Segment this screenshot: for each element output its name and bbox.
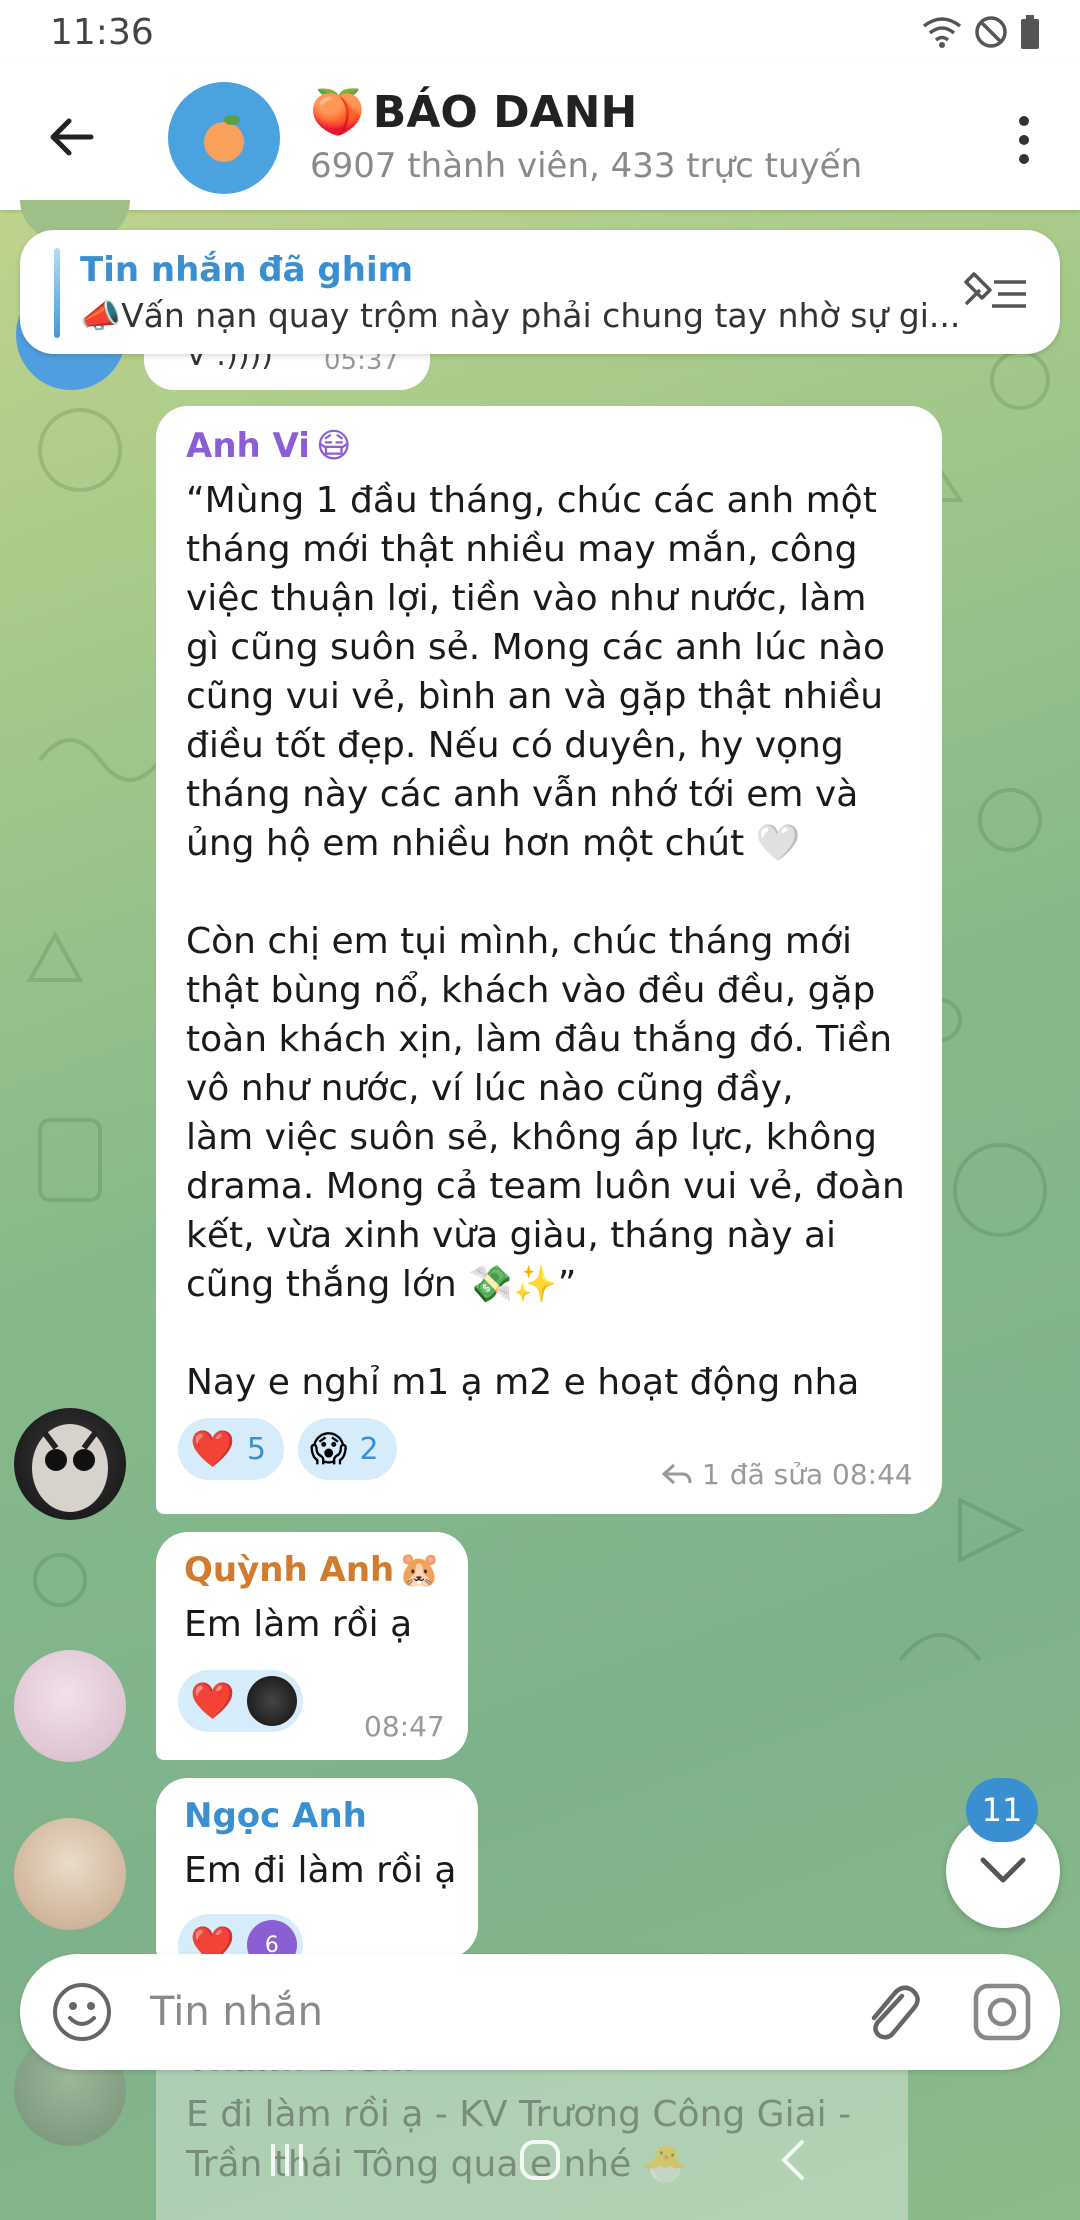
scream-emoji: 😱 bbox=[309, 1428, 348, 1470]
more-options-button[interactable] bbox=[996, 108, 1052, 172]
title-emoji: 🍑 bbox=[310, 87, 365, 138]
pinned-text: 📣Vấn nạn quay trộm này phải chung tay nh… bbox=[80, 296, 960, 336]
status-icons bbox=[922, 14, 1040, 50]
title-text: BÁO DANH bbox=[372, 86, 638, 138]
megaphone-emoji: 📣 bbox=[80, 296, 122, 335]
avatar[interactable] bbox=[14, 1408, 126, 1520]
reaction-heart[interactable]: ❤️ 5 bbox=[178, 1418, 284, 1480]
group-avatar[interactable] bbox=[168, 82, 280, 194]
reaction-heart[interactable]: ❤️ bbox=[178, 1670, 303, 1732]
message-text: Em đi làm rồi ạ bbox=[184, 1850, 457, 1891]
system-nav-bar bbox=[0, 2100, 1080, 2220]
dot-icon bbox=[1019, 135, 1029, 145]
status-time: 11:36 bbox=[50, 12, 154, 53]
sender-name[interactable]: Anh Vi 😷 bbox=[186, 426, 351, 466]
pinned-title: Tin nhắn đã ghim bbox=[80, 250, 414, 290]
reactor-avatar bbox=[246, 1676, 297, 1726]
reaction-scream[interactable]: 😱 2 bbox=[297, 1418, 397, 1480]
recents-button[interactable] bbox=[252, 2125, 322, 2195]
message-bubble[interactable]: Quỳnh Anh 🐹 Em làm rồi ạ ❤️ 08:47 bbox=[156, 1532, 468, 1760]
sender-name-text: Quỳnh Anh bbox=[184, 1550, 395, 1590]
pinned-text-content: Vấn nạn quay trộm này phải chung tay nhờ… bbox=[121, 296, 960, 335]
avatar[interactable] bbox=[14, 1818, 126, 1930]
chevron-down-icon bbox=[980, 1857, 1026, 1883]
sender-emoji: 😷 bbox=[315, 426, 352, 466]
sender-name-text: Anh Vi bbox=[186, 426, 310, 466]
home-icon bbox=[519, 2140, 560, 2180]
message-bubble[interactable]: Ngọc Anh Em đi làm rồi ạ ❤️ 6 bbox=[156, 1778, 478, 1976]
back-button[interactable] bbox=[38, 104, 104, 170]
pinned-indicator bbox=[54, 248, 60, 338]
message-text: “Mùng 1 đầu tháng, chúc các anh một thán… bbox=[186, 480, 905, 1403]
paperclip-icon[interactable] bbox=[856, 1978, 926, 2048]
message-meta: 1 đã sửa 08:44 bbox=[662, 1458, 913, 1491]
group-subtitle: 6907 thành viên, 433 trực tuyến bbox=[310, 146, 863, 186]
avatar[interactable] bbox=[14, 1650, 126, 1762]
status-bar: 11:36 bbox=[0, 0, 1080, 64]
pinned-message-bar[interactable]: Tin nhắn đã ghim 📣Vấn nạn quay trộm này … bbox=[20, 230, 1060, 354]
group-title[interactable]: 🍑 BÁO DANH bbox=[310, 86, 638, 139]
pinned-list-icon[interactable] bbox=[960, 264, 1032, 320]
sender-emoji: 🐹 bbox=[398, 1550, 441, 1590]
reactions: ❤️ 5 😱 2 bbox=[178, 1418, 397, 1480]
message-time: 08:47 bbox=[364, 1710, 445, 1743]
reactions: ❤️ bbox=[178, 1670, 303, 1732]
edited-time: đã sửa 08:44 bbox=[729, 1458, 913, 1491]
home-button[interactable] bbox=[505, 2125, 575, 2195]
arrow-left-icon bbox=[50, 118, 94, 156]
sender-name[interactable]: Ngọc Anh bbox=[184, 1796, 367, 1836]
do-not-disturb-icon bbox=[975, 16, 1007, 48]
peach-icon bbox=[204, 115, 244, 162]
camera-icon[interactable] bbox=[970, 1980, 1034, 2044]
message-text: Em làm rồi ạ bbox=[184, 1604, 413, 1645]
message-input-bar bbox=[20, 1954, 1060, 2070]
recents-icon bbox=[270, 2144, 303, 2176]
reply-icon bbox=[662, 1463, 692, 1484]
dot-icon bbox=[1019, 116, 1029, 126]
chat-header: 🍑 BÁO DANH 6907 thành viên, 433 trực tuy… bbox=[0, 64, 1080, 210]
user-photo bbox=[32, 1424, 108, 1512]
wifi-icon bbox=[922, 17, 962, 48]
message-input[interactable] bbox=[150, 1982, 850, 2042]
reply-count: 1 bbox=[702, 1458, 720, 1491]
battery-icon bbox=[1021, 15, 1039, 49]
message-bubble[interactable]: Anh Vi 😷 “Mùng 1 đầu tháng, chúc các anh… bbox=[156, 406, 942, 1514]
reaction-count: 5 bbox=[246, 1431, 266, 1467]
reaction-count: 2 bbox=[359, 1431, 379, 1467]
unread-badge: 11 bbox=[966, 1778, 1038, 1842]
back-nav-button[interactable] bbox=[758, 2125, 828, 2195]
heart-emoji: ❤️ bbox=[190, 1681, 235, 1722]
chevron-left-icon bbox=[781, 2140, 805, 2180]
dot-icon bbox=[1019, 154, 1029, 164]
sender-name[interactable]: Quỳnh Anh 🐹 bbox=[184, 1550, 441, 1590]
heart-emoji: ❤️ bbox=[190, 1429, 235, 1470]
smiley-icon[interactable] bbox=[50, 1980, 114, 2044]
